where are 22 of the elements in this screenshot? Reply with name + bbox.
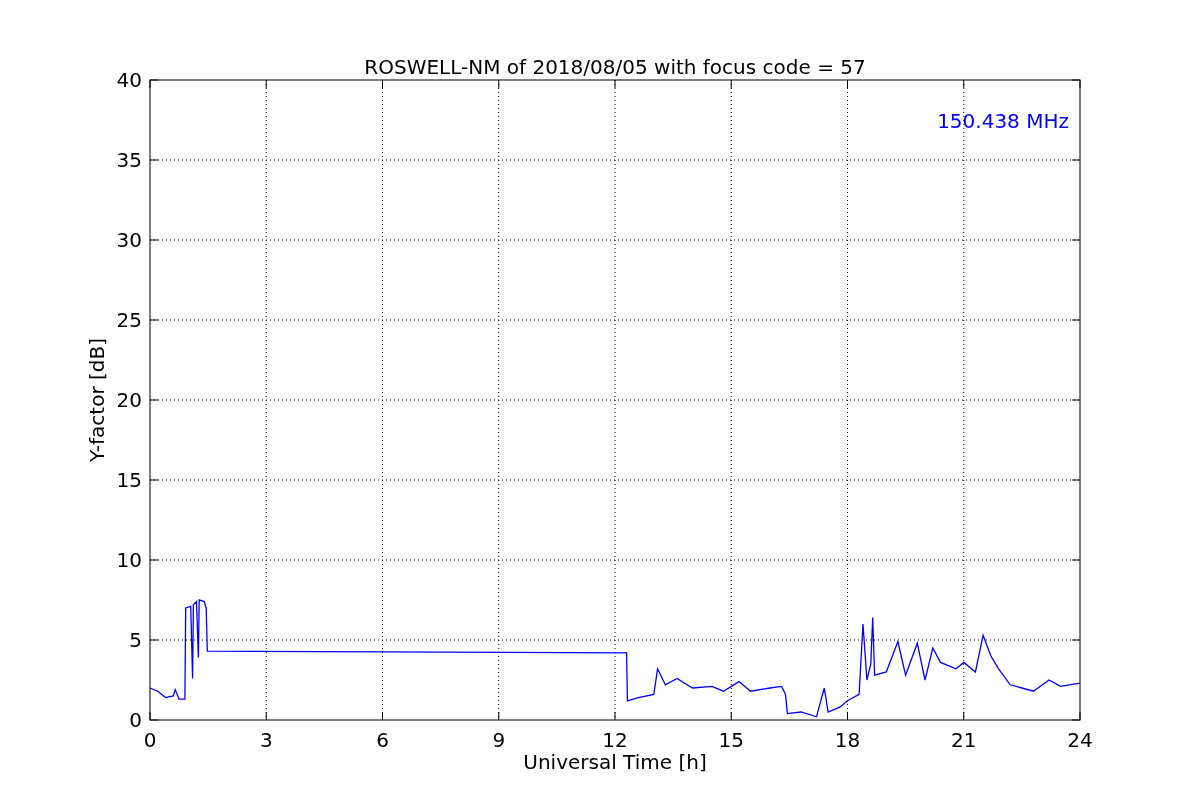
y-tick-label: 25 [116, 308, 142, 332]
y-tick-label: 10 [116, 548, 142, 572]
x-tick-label: 12 [602, 728, 628, 752]
y-tick-label: 40 [116, 68, 142, 92]
y-tick-label: 5 [129, 628, 142, 652]
y-tick-label: 35 [116, 148, 142, 172]
series-label: 150.438 MHz [937, 109, 1069, 133]
y-tick-label: 0 [129, 708, 142, 732]
x-tick-label: 18 [834, 728, 861, 752]
y-tick-label: 20 [116, 388, 142, 412]
x-tick-label: 3 [259, 728, 273, 752]
chart-title: ROSWELL-NM of 2018/08/05 with focus code = 57 [364, 55, 866, 79]
x-tick-label: 21 [951, 728, 977, 752]
x-axis-label: Universal Time [h] [523, 750, 707, 774]
y-axis-label: Y-factor [dB] [85, 338, 109, 462]
y-tick-label: 30 [116, 228, 142, 252]
y-tick-label: 15 [116, 468, 142, 492]
x-tick-label: 9 [492, 728, 506, 752]
x-tick-label: 24 [1067, 728, 1093, 752]
x-tick-label: 15 [718, 728, 744, 752]
x-tick-label: 0 [143, 728, 157, 752]
x-tick-label: 6 [376, 728, 389, 752]
